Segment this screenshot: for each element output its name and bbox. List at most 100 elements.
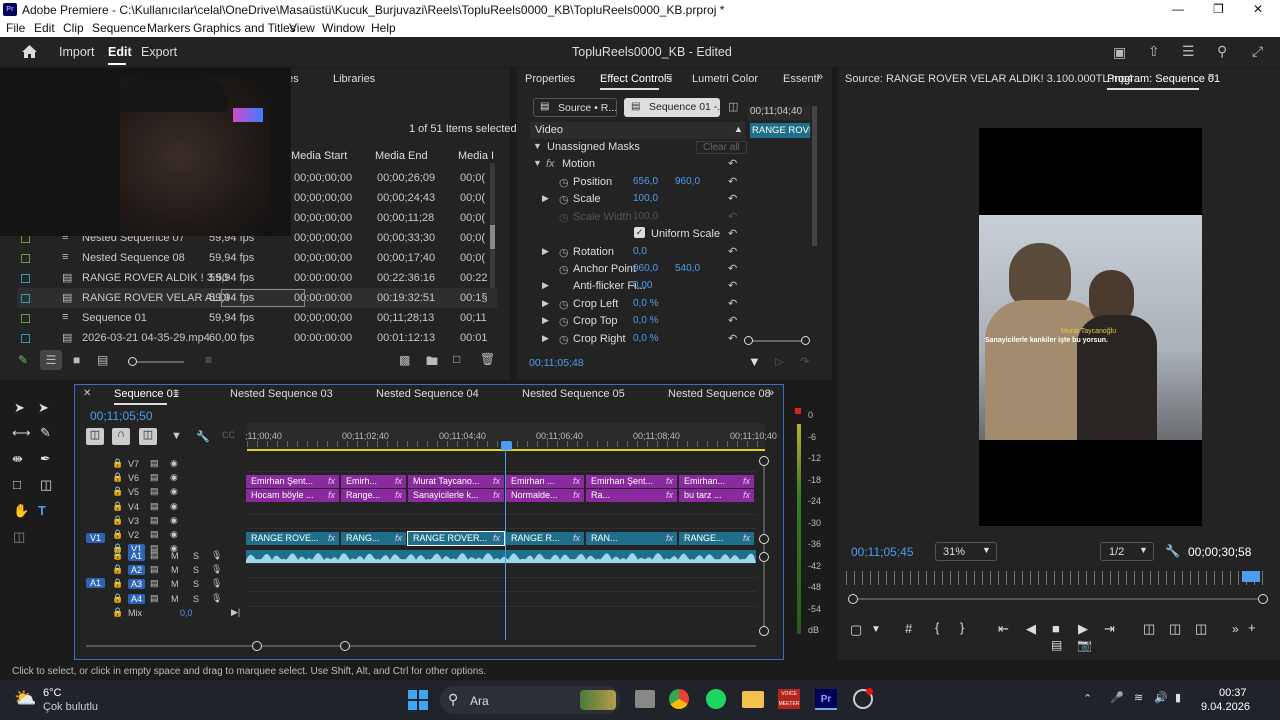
add-button-icon[interactable]: + <box>1248 620 1256 635</box>
icon-view-icon[interactable]: ■ <box>73 353 80 367</box>
zoom-tool-icon[interactable]: ◫ <box>40 477 52 493</box>
fx-badge[interactable]: fx <box>666 489 673 502</box>
sync-lock-icon[interactable]: ▤ <box>150 550 159 561</box>
windows-start-icon[interactable] <box>408 690 428 710</box>
param-value[interactable]: 656,0 <box>633 176 658 187</box>
voicemeeter-icon[interactable]: VOICE MEETER <box>778 689 800 709</box>
source-patch-v1[interactable]: V1 <box>86 533 106 543</box>
label-swatch[interactable] <box>21 254 30 263</box>
param-row[interactable]: ▶ ◷ Crop Left 0,0 % ↶ <box>530 296 815 313</box>
fx-badge[interactable]: fx <box>493 475 500 488</box>
project-row[interactable]: ▤ RANGE ROVER ALDIK ! 3.50 59,94 fps 00:00:… <box>17 268 497 288</box>
program-timecode[interactable]: 00;11;05;45 <box>851 545 914 559</box>
audio-clip-a1[interactable] <box>246 550 756 563</box>
minimize-icon[interactable]: — <box>1172 2 1184 16</box>
program-video-frame[interactable]: Murat Taycanoğlu Sanayicilerle kankiler … <box>979 128 1202 526</box>
freeform-view-icon[interactable]: ▤ <box>97 353 108 367</box>
col-media-duration[interactable]: Media I <box>458 150 494 162</box>
pencil-icon[interactable]: ✎ <box>18 353 28 367</box>
zoom-slider[interactable] <box>128 357 184 366</box>
timeline-clip[interactable]: Emirh... fx <box>341 475 406 488</box>
sort-icon[interactable]: ≡ <box>205 353 212 367</box>
param-value[interactable]: 0,0 <box>633 246 647 257</box>
timeline-clip[interactable]: RANGE R... fx <box>506 532 584 545</box>
add-marker-icon[interactable]: ▼ <box>171 430 182 442</box>
weather-desc[interactable]: Çok bulutlu <box>43 701 98 713</box>
microphone-icon[interactable]: 🎙 <box>211 593 222 604</box>
go-to-out-icon[interactable]: ⇥ <box>1104 621 1115 637</box>
tab-import[interactable]: Import <box>59 45 94 59</box>
project-row[interactable]: ≡ Sequence 01 59,94 fps 00;00;00;00 00;11;28… <box>17 308 497 328</box>
stopwatch-icon[interactable]: ◷ <box>559 315 569 328</box>
filter-icon[interactable]: ▼ <box>748 354 761 369</box>
search-icon[interactable]: ⚲ <box>1217 43 1227 60</box>
fx-badge[interactable]: fx <box>743 475 750 488</box>
step-forward-icon[interactable]: ▶ <box>1078 621 1088 637</box>
sync-lock-icon[interactable]: ▤ <box>150 515 159 526</box>
menu-lines-icon[interactable]: ☰ <box>1182 43 1195 60</box>
menu-clip[interactable]: Clip <box>63 21 84 35</box>
resolution-dropdown[interactable]: 1/2 ▼ <box>1100 542 1154 561</box>
param-row[interactable]: ▶ ◷ Rotation 0,0 ↶ <box>530 244 815 261</box>
mark-in-icon[interactable]: { <box>935 620 939 635</box>
timeline-clip[interactable]: RAN... fx <box>586 532 677 545</box>
fx-badge[interactable]: fx <box>743 489 750 502</box>
track-label[interactable]: V6 <box>128 473 139 483</box>
tab-essential[interactable]: Essenti <box>783 73 819 85</box>
chevron-right-icon[interactable]: ▶ <box>542 298 549 309</box>
track-label[interactable]: A1 <box>128 551 146 561</box>
timeline-clip[interactable]: Murat Taycano... fx <box>408 475 504 488</box>
sync-lock-icon[interactable]: ▤ <box>150 529 159 540</box>
timeline-clip[interactable]: Ra... fx <box>586 489 677 502</box>
reset-icon[interactable]: ↶ <box>728 210 737 223</box>
eye-icon[interactable]: ◉ <box>170 515 178 526</box>
chevron-more-icon[interactable]: » <box>817 71 823 83</box>
workspace-icon[interactable]: ▣ <box>1113 44 1126 61</box>
clear-all-button[interactable]: Clear all <box>696 141 747 154</box>
tab-nested-05[interactable]: Nested Sequence 05 <box>522 388 625 400</box>
camera-icon[interactable]: 📷 <box>1077 638 1092 652</box>
track-label[interactable]: A2 <box>128 565 146 576</box>
marker-icon[interactable]: # <box>905 621 912 636</box>
list-view-icon[interactable]: ☰ <box>40 350 62 370</box>
menu-edit[interactable]: Edit <box>34 21 55 35</box>
timeline-menu-icon[interactable]: ≡ <box>173 387 179 399</box>
chevron-down-icon[interactable]: ▼ <box>871 624 881 635</box>
lock-icon[interactable]: 🔒 <box>112 486 123 497</box>
program-monitor-tab[interactable]: Program: Sequence 01 <box>1107 73 1220 85</box>
fx-badge[interactable]: fx <box>573 532 580 545</box>
chevron-right-icon[interactable]: ▶ <box>542 315 549 326</box>
fx-badge[interactable]: fx <box>573 489 580 502</box>
param-row[interactable]: ◷ Scale Width 100,0 ↶ <box>530 209 815 226</box>
fps-edit-box[interactable] <box>221 289 305 307</box>
timeline-clip[interactable]: Emirhan ... fx <box>506 475 584 488</box>
tab-sequence-01[interactable]: Sequence 01 <box>114 388 179 400</box>
param-value[interactable]: 960,0 <box>633 263 658 274</box>
chevron-right-icon[interactable]: ▶ <box>542 193 549 204</box>
sync-lock-icon[interactable]: ▤ <box>150 578 159 589</box>
fx-badge[interactable]: fx <box>328 475 335 488</box>
chrome-icon[interactable] <box>669 689 689 709</box>
insert-icon[interactable]: ◫ <box>1143 621 1155 637</box>
param-value[interactable]: 0,00 <box>633 280 652 291</box>
lock-icon[interactable]: 🔒 <box>112 564 123 575</box>
tab-nested-03[interactable]: Nested Sequence 03 <box>230 388 333 400</box>
mute-button[interactable]: M <box>171 594 179 604</box>
more-tabs-icon[interactable]: » <box>768 387 774 399</box>
sync-lock-icon[interactable]: ▤ <box>150 501 159 512</box>
ripple-edit-icon[interactable]: ⟷ <box>12 425 31 441</box>
fx-badge[interactable]: fx <box>666 532 673 545</box>
track-label[interactable]: V3 <box>128 516 139 526</box>
fx-badge[interactable]: fx <box>328 489 335 502</box>
timeline-clip[interactable]: Range... fx <box>341 489 406 502</box>
reset-icon[interactable]: ↶ <box>728 314 737 327</box>
microphone-icon[interactable]: 🎙 <box>211 578 222 589</box>
sync-lock-icon[interactable]: ▤ <box>150 593 159 604</box>
source-patch-a1[interactable]: A1 <box>86 578 106 588</box>
reset-icon[interactable]: ↶ <box>728 279 737 292</box>
toggle-timeline-icon[interactable]: ◫ <box>728 100 738 113</box>
stopwatch-icon[interactable]: ◷ <box>559 263 569 276</box>
chevron-right-icon[interactable]: ▶ <box>542 280 549 291</box>
menu-window[interactable]: Window <box>322 21 365 35</box>
stopwatch-icon[interactable]: ◷ <box>559 246 569 259</box>
